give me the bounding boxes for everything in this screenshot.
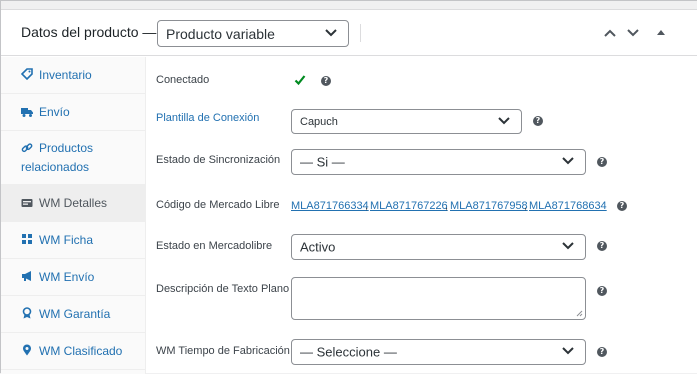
arrow-up-icon[interactable]: [603, 27, 617, 39]
check-icon: [294, 75, 306, 86]
grid-icon: [22, 234, 32, 244]
help-icon[interactable]: ?: [597, 157, 607, 167]
award-icon: [22, 307, 32, 319]
tab-label: WM Envío: [39, 270, 95, 284]
sincronizacion-value: — Si —: [300, 154, 345, 170]
codigo-link[interactable]: MLA871767958: [450, 200, 528, 212]
help-icon[interactable]: ?: [597, 286, 607, 296]
help-icon[interactable]: ?: [597, 347, 607, 357]
product-type-select[interactable]: Producto variable: [157, 20, 349, 47]
tab-wm-detalles[interactable]: WM Detalles: [1, 185, 145, 222]
tab-label: WM Garantía: [39, 307, 111, 321]
sincronizacion-select[interactable]: — Si —: [291, 149, 586, 175]
codigo-label: Código de Mercado Libre: [156, 199, 280, 211]
product-data-panel: Datos del producto — Producto variable I…: [0, 0, 697, 374]
arrow-down-icon[interactable]: [626, 27, 640, 39]
card-icon: [21, 199, 33, 207]
chevron-down-icon: [562, 242, 574, 250]
tab-label: WM Ficha: [39, 233, 93, 247]
panel-title: Datos del producto —: [21, 24, 157, 40]
link-icon: [21, 143, 33, 153]
estado-select[interactable]: Activo: [291, 234, 586, 260]
help-icon[interactable]: ?: [321, 76, 331, 86]
tag-icon: [21, 68, 33, 80]
truck-icon: [21, 108, 33, 117]
chevron-down-icon: [498, 116, 510, 124]
codigo-link[interactable]: MLA871766334: [291, 200, 369, 212]
estado-value: Activo: [300, 239, 336, 255]
separator-comma: ,: [365, 200, 369, 212]
tab-label: WM Clasificado: [39, 344, 123, 358]
descripcion-label: Descripción de Texto Plano: [156, 283, 290, 295]
tab-wm-clasificado[interactable]: WM Clasificado: [1, 333, 145, 370]
help-icon[interactable]: ?: [533, 116, 543, 126]
help-icon[interactable]: ?: [597, 241, 607, 251]
resize-grip-icon[interactable]: [576, 310, 583, 317]
separator-comma: ,: [524, 200, 528, 212]
tab-label: WM Detalles: [39, 196, 108, 210]
tab-wm-garantia[interactable]: WM Garantía: [1, 296, 145, 333]
chevron-down-icon: [562, 347, 574, 355]
tab-label: Envío: [39, 105, 70, 119]
tab-label: Inventario: [39, 68, 92, 82]
product-type-value: Producto variable: [166, 25, 275, 42]
estado-label: Estado en Mercadolibre: [156, 240, 273, 252]
help-icon[interactable]: ?: [617, 201, 627, 211]
plantilla-label: Plantilla de Conexión: [156, 112, 260, 124]
conectado-label: Conectado: [156, 74, 210, 86]
toggle-triangle-icon[interactable]: [656, 27, 666, 39]
tab-label-line2: relacionados: [21, 160, 90, 174]
tab-productos-relacionados[interactable]: Productos relacionados: [1, 131, 145, 185]
plantilla-select[interactable]: Capuch: [291, 109, 522, 134]
plantilla-value: Capuch: [300, 115, 338, 128]
descripcion-textarea[interactable]: [291, 277, 586, 320]
header-separator: [360, 24, 361, 42]
tab-label: Productos: [39, 141, 94, 155]
tiempo-select[interactable]: — Seleccione —: [291, 339, 586, 365]
tab-envio[interactable]: Envío: [1, 94, 145, 131]
tab-inventario[interactable]: Inventario: [1, 57, 145, 94]
panel-header: Datos del producto — Producto variable: [1, 10, 697, 56]
tab-wm-ficha[interactable]: WM Ficha: [1, 222, 145, 259]
top-strip: [1, 1, 697, 10]
tiempo-value: — Seleccione —: [300, 344, 397, 360]
codigo-link[interactable]: MLA871767226: [370, 200, 448, 212]
chevron-down-icon: [325, 28, 337, 36]
product-data-tabs: Inventario Envío Productos relacionados …: [1, 57, 146, 374]
separator-comma: ,: [445, 200, 449, 212]
megaphone-icon: [22, 271, 31, 281]
chevron-down-icon: [562, 157, 574, 165]
tab-wm-envio[interactable]: WM Envío: [1, 259, 145, 296]
codigo-link[interactable]: MLA871768634: [529, 200, 607, 212]
location-pin-icon: [23, 344, 31, 356]
sincronizacion-label: Estado de Sincronización: [156, 154, 281, 166]
tiempo-label: WM Tiempo de Fabricación: [156, 345, 290, 357]
